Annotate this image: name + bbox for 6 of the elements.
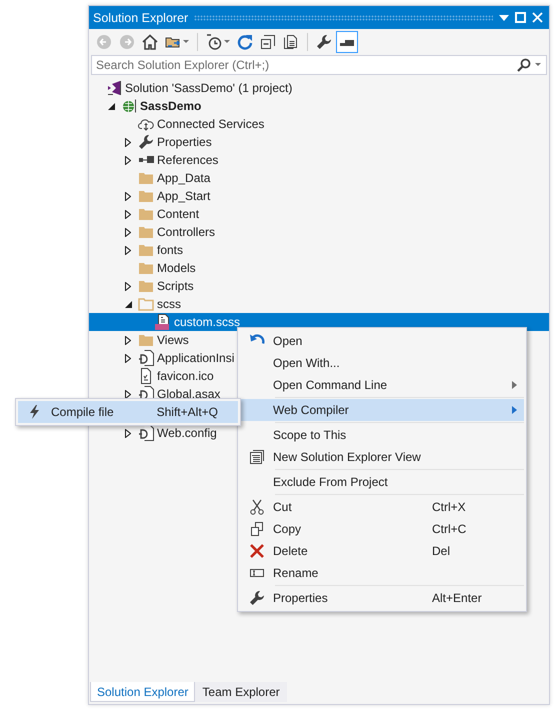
shortcut-text: Shift+Alt+Q xyxy=(156,405,219,419)
shortcut-text: Alt+Enter xyxy=(432,591,483,605)
shortcut-text: Ctrl+C xyxy=(432,522,468,536)
shortcut-text: Del xyxy=(432,544,452,558)
window-title: Solution Explorer xyxy=(93,10,188,24)
shortcut-text: Ctrl+X xyxy=(432,500,467,514)
